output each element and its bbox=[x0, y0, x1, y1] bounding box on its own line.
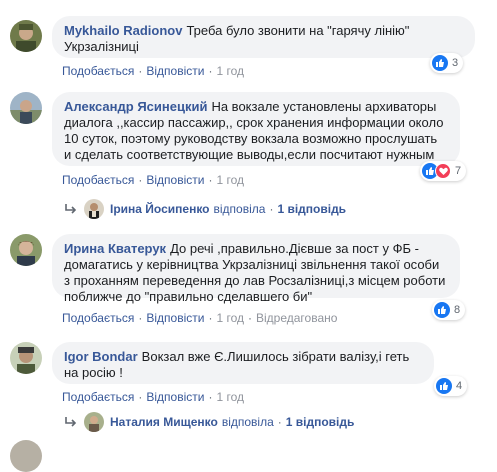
reply-link[interactable]: Відповісти bbox=[146, 64, 204, 78]
reply-action: відповіла bbox=[221, 415, 274, 429]
comment-actions: Подобається · Відповісти · 1 год bbox=[62, 390, 244, 404]
reaction-count: 3 bbox=[452, 57, 459, 69]
like-link[interactable]: Подобається bbox=[62, 64, 134, 78]
separator: · bbox=[269, 202, 274, 216]
avatar bbox=[84, 199, 104, 219]
comment: Ирина Кватерук До речі ,правильно.Дієвше … bbox=[10, 228, 490, 328]
comment-bubble: Александр Ясинецкий На вокзале установлен… bbox=[52, 92, 460, 166]
separator: · bbox=[138, 173, 143, 187]
reaction-count: 7 bbox=[455, 165, 462, 177]
avatar bbox=[84, 412, 104, 432]
avatar[interactable] bbox=[10, 92, 42, 124]
separator: · bbox=[208, 311, 213, 325]
reply-author: Ірина Йосипенко bbox=[110, 202, 210, 216]
reply-author: Наталия Мищенко bbox=[110, 415, 218, 429]
reaction-count: 8 bbox=[454, 304, 461, 316]
avatar[interactable] bbox=[10, 440, 42, 472]
reactions-badge[interactable]: 3 bbox=[430, 53, 464, 73]
separator: · bbox=[138, 390, 143, 404]
like-icon bbox=[436, 378, 452, 394]
comment-author[interactable]: Igor Bondar bbox=[64, 349, 138, 364]
comment-author[interactable]: Александр Ясинецкий bbox=[64, 99, 207, 114]
comment-author[interactable]: Mykhailo Radionov bbox=[64, 23, 182, 38]
comment-bubble: Ирина Кватерук До речі ,правильно.Дієвше … bbox=[52, 234, 460, 304]
reactions-badge[interactable]: 4 bbox=[434, 376, 468, 396]
timestamp[interactable]: 1 год bbox=[216, 390, 244, 404]
reply-link[interactable]: Відповісти bbox=[146, 311, 204, 325]
reply-arrow-icon bbox=[65, 204, 77, 214]
separator: · bbox=[208, 390, 213, 404]
separator: · bbox=[248, 311, 252, 325]
comment-bubble: Mykhailo Radionov Треба було звонити на "… bbox=[52, 16, 475, 58]
comment-actions: Подобається · Відповісти · 1 год bbox=[62, 173, 244, 187]
comment-author[interactable]: Ирина Кватерук bbox=[64, 241, 166, 256]
comment: Mykhailo Radionov Треба було звонити на "… bbox=[10, 10, 490, 85]
reply-thread-link[interactable]: Наталия Мищенко відповіла · 1 відповідь bbox=[64, 412, 354, 432]
timestamp[interactable]: 1 год bbox=[216, 64, 244, 78]
separator: · bbox=[138, 64, 143, 78]
separator: · bbox=[208, 173, 213, 187]
avatar[interactable] bbox=[10, 20, 42, 52]
reactions-badge[interactable]: 7 bbox=[420, 161, 467, 181]
comment-bubble: Igor Bondar Вокзал вже Є.Лишилось зібрати… bbox=[52, 342, 434, 384]
comment: Igor Bondar Вокзал вже Є.Лишилось зібрати… bbox=[10, 336, 490, 406]
avatar[interactable] bbox=[10, 342, 42, 374]
timestamp[interactable]: 1 год bbox=[216, 311, 244, 325]
reply-link[interactable]: Відповісти bbox=[146, 390, 204, 404]
comment-actions: Подобається · Відповісти · 1 год bbox=[62, 64, 244, 78]
reply-link[interactable]: Відповісти bbox=[146, 173, 204, 187]
reply-count: 1 відповідь bbox=[277, 202, 347, 216]
like-icon bbox=[432, 55, 448, 71]
like-link[interactable]: Подобається bbox=[62, 173, 134, 187]
like-link[interactable]: Подобається bbox=[62, 390, 134, 404]
reactions-badge[interactable]: 8 bbox=[432, 300, 466, 320]
comment: Александр Ясинецкий На вокзале установлен… bbox=[10, 86, 490, 196]
separator: · bbox=[277, 415, 282, 429]
reply-arrow-icon bbox=[65, 417, 77, 427]
edited-label[interactable]: Відредаговано bbox=[256, 311, 337, 325]
comment-actions: Подобається · Відповісти · 1 год · Відредагова… bbox=[62, 311, 337, 325]
separator: · bbox=[138, 311, 143, 325]
avatar[interactable] bbox=[10, 234, 42, 266]
love-icon bbox=[435, 163, 451, 179]
reply-thread-link[interactable]: Ірина Йосипенко відповіла · 1 відповідь bbox=[64, 199, 346, 219]
reaction-count: 4 bbox=[456, 380, 463, 392]
like-icon bbox=[434, 302, 450, 318]
timestamp[interactable]: 1 год bbox=[216, 173, 244, 187]
reply-count: 1 відповідь bbox=[285, 415, 355, 429]
like-link[interactable]: Подобається bbox=[62, 311, 134, 325]
reply-action: відповіла bbox=[213, 202, 266, 216]
separator: · bbox=[208, 64, 213, 78]
